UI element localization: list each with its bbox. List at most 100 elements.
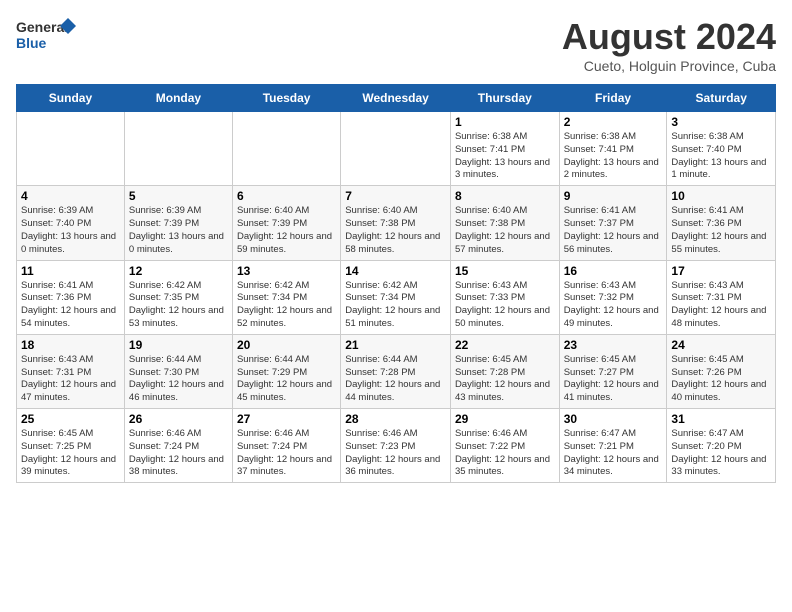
day-header-monday: Monday	[124, 85, 232, 112]
day-number: 23	[564, 338, 663, 352]
calendar-cell: 4 Sunrise: 6:39 AMSunset: 7:40 PMDaylight…	[17, 186, 125, 260]
calendar-cell: 27 Sunrise: 6:46 AMSunset: 7:24 PMDayligh…	[232, 409, 340, 483]
calendar-cell: 3 Sunrise: 6:38 AMSunset: 7:40 PMDaylight…	[667, 112, 776, 186]
calendar-cell: 23 Sunrise: 6:45 AMSunset: 7:27 PMDayligh…	[559, 334, 667, 408]
cell-info: Sunrise: 6:44 AMSunset: 7:28 PMDaylight:…	[345, 354, 446, 405]
day-number: 29	[455, 412, 555, 426]
calendar-cell: 10 Sunrise: 6:41 AMSunset: 7:36 PMDayligh…	[667, 186, 776, 260]
cell-info: Sunrise: 6:44 AMSunset: 7:30 PMDaylight:…	[129, 354, 228, 405]
day-number: 8	[455, 189, 555, 203]
cell-info: Sunrise: 6:39 AMSunset: 7:40 PMDaylight:…	[21, 205, 120, 256]
day-number: 26	[129, 412, 228, 426]
title-area: August 2024 Cueto, Holguin Province, Cub…	[562, 16, 776, 74]
day-number: 10	[671, 189, 771, 203]
day-number: 21	[345, 338, 446, 352]
page-title: August 2024	[562, 16, 776, 58]
day-header-thursday: Thursday	[450, 85, 559, 112]
calendar-cell: 19 Sunrise: 6:44 AMSunset: 7:30 PMDayligh…	[124, 334, 232, 408]
cell-info: Sunrise: 6:46 AMSunset: 7:24 PMDaylight:…	[237, 428, 336, 479]
cell-info: Sunrise: 6:40 AMSunset: 7:39 PMDaylight:…	[237, 205, 336, 256]
calendar-cell: 5 Sunrise: 6:39 AMSunset: 7:39 PMDaylight…	[124, 186, 232, 260]
cell-info: Sunrise: 6:47 AMSunset: 7:21 PMDaylight:…	[564, 428, 663, 479]
day-number: 18	[21, 338, 120, 352]
cell-info: Sunrise: 6:43 AMSunset: 7:31 PMDaylight:…	[21, 354, 120, 405]
cell-info: Sunrise: 6:40 AMSunset: 7:38 PMDaylight:…	[345, 205, 446, 256]
calendar-cell	[17, 112, 125, 186]
calendar-cell: 11 Sunrise: 6:41 AMSunset: 7:36 PMDayligh…	[17, 260, 125, 334]
calendar-cell: 12 Sunrise: 6:42 AMSunset: 7:35 PMDayligh…	[124, 260, 232, 334]
day-number: 24	[671, 338, 771, 352]
day-number: 5	[129, 189, 228, 203]
cell-info: Sunrise: 6:38 AMSunset: 7:41 PMDaylight:…	[455, 131, 555, 182]
calendar-cell: 13 Sunrise: 6:42 AMSunset: 7:34 PMDayligh…	[232, 260, 340, 334]
svg-text:Blue: Blue	[16, 35, 47, 51]
cell-info: Sunrise: 6:43 AMSunset: 7:33 PMDaylight:…	[455, 280, 555, 331]
cell-info: Sunrise: 6:38 AMSunset: 7:40 PMDaylight:…	[671, 131, 771, 182]
calendar-cell: 25Sunrise: 6:45 AMSunset: 7:25 PMDayligh…	[17, 409, 125, 483]
cell-info: Sunrise: 6:41 AMSunset: 7:36 PMDaylight:…	[671, 205, 771, 256]
cell-info: Sunrise: 6:42 AMSunset: 7:34 PMDaylight:…	[237, 280, 336, 331]
logo-svg: GeneralBlue	[16, 16, 76, 52]
day-header-wednesday: Wednesday	[341, 85, 451, 112]
calendar-cell: 18 Sunrise: 6:43 AMSunset: 7:31 PMDayligh…	[17, 334, 125, 408]
cell-info: Sunrise: 6:45 AMSunset: 7:25 PMDaylight:…	[21, 428, 120, 479]
day-number: 31	[671, 412, 771, 426]
day-number: 13	[237, 264, 336, 278]
calendar-cell	[341, 112, 451, 186]
cell-info: Sunrise: 6:38 AMSunset: 7:41 PMDaylight:…	[564, 131, 663, 182]
svg-text:General: General	[16, 19, 68, 35]
calendar-table: SundayMondayTuesdayWednesdayThursdayFrid…	[16, 84, 776, 483]
logo: GeneralBlue	[16, 16, 76, 52]
cell-info: Sunrise: 6:44 AMSunset: 7:29 PMDaylight:…	[237, 354, 336, 405]
day-number: 7	[345, 189, 446, 203]
cell-info: Sunrise: 6:43 AMSunset: 7:32 PMDaylight:…	[564, 280, 663, 331]
calendar-cell	[124, 112, 232, 186]
calendar-cell: 17 Sunrise: 6:43 AMSunset: 7:31 PMDayligh…	[667, 260, 776, 334]
day-number: 4	[21, 189, 120, 203]
cell-info: Sunrise: 6:46 AMSunset: 7:24 PMDaylight:…	[129, 428, 228, 479]
day-header-sunday: Sunday	[17, 85, 125, 112]
day-header-saturday: Saturday	[667, 85, 776, 112]
day-number: 9	[564, 189, 663, 203]
cell-info: Sunrise: 6:42 AMSunset: 7:35 PMDaylight:…	[129, 280, 228, 331]
cell-info: Sunrise: 6:41 AMSunset: 7:37 PMDaylight:…	[564, 205, 663, 256]
day-number: 11	[21, 264, 120, 278]
calendar-cell: 6 Sunrise: 6:40 AMSunset: 7:39 PMDaylight…	[232, 186, 340, 260]
page-subtitle: Cueto, Holguin Province, Cuba	[562, 58, 776, 74]
calendar-cell: 28Sunrise: 6:46 AMSunset: 7:23 PMDayligh…	[341, 409, 451, 483]
calendar-cell: 1 Sunrise: 6:38 AMSunset: 7:41 PMDaylight…	[450, 112, 559, 186]
calendar-cell: 16 Sunrise: 6:43 AMSunset: 7:32 PMDayligh…	[559, 260, 667, 334]
calendar-cell: 21 Sunrise: 6:44 AMSunset: 7:28 PMDayligh…	[341, 334, 451, 408]
day-number: 6	[237, 189, 336, 203]
cell-info: Sunrise: 6:47 AMSunset: 7:20 PMDaylight:…	[671, 428, 771, 479]
calendar-cell: 22Sunrise: 6:45 AMSunset: 7:28 PMDayligh…	[450, 334, 559, 408]
day-number: 19	[129, 338, 228, 352]
calendar-cell: 15 Sunrise: 6:43 AMSunset: 7:33 PMDayligh…	[450, 260, 559, 334]
calendar-week-2: 4 Sunrise: 6:39 AMSunset: 7:40 PMDaylight…	[17, 186, 776, 260]
cell-info: Sunrise: 6:43 AMSunset: 7:31 PMDaylight:…	[671, 280, 771, 331]
cell-info: Sunrise: 6:45 AMSunset: 7:27 PMDaylight:…	[564, 354, 663, 405]
calendar-cell	[232, 112, 340, 186]
calendar-cell: 20Sunrise: 6:44 AMSunset: 7:29 PMDayligh…	[232, 334, 340, 408]
calendar-cell: 30Sunrise: 6:47 AMSunset: 7:21 PMDayligh…	[559, 409, 667, 483]
calendar-week-5: 25Sunrise: 6:45 AMSunset: 7:25 PMDayligh…	[17, 409, 776, 483]
cell-info: Sunrise: 6:46 AMSunset: 7:22 PMDaylight:…	[455, 428, 555, 479]
day-number: 3	[671, 115, 771, 129]
cell-info: Sunrise: 6:42 AMSunset: 7:34 PMDaylight:…	[345, 280, 446, 331]
cell-info: Sunrise: 6:41 AMSunset: 7:36 PMDaylight:…	[21, 280, 120, 331]
day-number: 15	[455, 264, 555, 278]
calendar-cell: 7 Sunrise: 6:40 AMSunset: 7:38 PMDaylight…	[341, 186, 451, 260]
cell-info: Sunrise: 6:45 AMSunset: 7:26 PMDaylight:…	[671, 354, 771, 405]
cell-info: Sunrise: 6:39 AMSunset: 7:39 PMDaylight:…	[129, 205, 228, 256]
day-number: 16	[564, 264, 663, 278]
day-number: 2	[564, 115, 663, 129]
day-number: 12	[129, 264, 228, 278]
day-number: 27	[237, 412, 336, 426]
day-number: 17	[671, 264, 771, 278]
day-number: 1	[455, 115, 555, 129]
day-header-row: SundayMondayTuesdayWednesdayThursdayFrid…	[17, 85, 776, 112]
calendar-cell: 24 Sunrise: 6:45 AMSunset: 7:26 PMDayligh…	[667, 334, 776, 408]
calendar-cell: 26 Sunrise: 6:46 AMSunset: 7:24 PMDayligh…	[124, 409, 232, 483]
calendar-cell: 14Sunrise: 6:42 AMSunset: 7:34 PMDayligh…	[341, 260, 451, 334]
calendar-cell: 2 Sunrise: 6:38 AMSunset: 7:41 PMDaylight…	[559, 112, 667, 186]
